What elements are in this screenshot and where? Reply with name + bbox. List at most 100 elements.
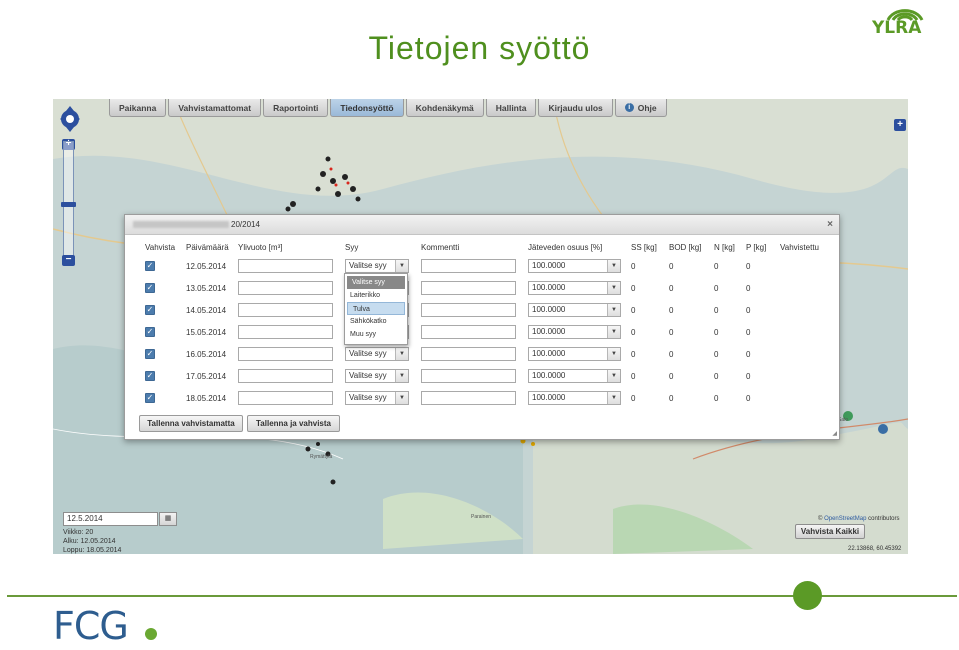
col-header-reason: Syy [345, 243, 359, 252]
table-row: ✓ 18.05.2014 Valitse syy ▼ 100.0000 ▼ 0 0 0 0 [125, 389, 841, 411]
col-header-ss: SS [kg] [631, 243, 657, 252]
overflow-input[interactable] [238, 347, 333, 361]
reason-select[interactable]: Valitse syy ▼ [345, 369, 409, 383]
comment-input[interactable] [421, 369, 516, 383]
pan-control-icon[interactable] [59, 104, 81, 134]
tab-kohdenakyma[interactable]: Kohdenäkymä [405, 99, 484, 117]
row-date: 13.05.2014 [186, 284, 227, 293]
week-start: Alku: 12.05.2014 [63, 538, 116, 545]
reason-select[interactable]: Valitse syy ▼ [345, 259, 409, 273]
confirm-checkbox[interactable]: ✓ [145, 327, 155, 337]
table-row: ✓ 16.05.2014 Valitse syy ▼ 100.0000 ▼ 0 0 0 0 [125, 345, 841, 367]
confirm-checkbox[interactable]: ✓ [145, 349, 155, 359]
share-select[interactable]: 100.0000 ▼ [528, 259, 621, 273]
share-select-value: 100.0000 [532, 305, 566, 314]
reason-select[interactable]: Valitse syy ▼ [345, 391, 409, 405]
comment-input[interactable] [421, 259, 516, 273]
close-icon[interactable]: × [827, 215, 833, 235]
comment-input[interactable] [421, 303, 516, 317]
chevron-down-icon: ▼ [607, 392, 620, 404]
comment-input[interactable] [421, 325, 516, 339]
layer-switcher-button[interactable]: + [894, 119, 906, 131]
share-select[interactable]: 100.0000 ▼ [528, 391, 621, 405]
tab-kirjaudu-ulos[interactable]: Kirjaudu ulos [538, 99, 613, 117]
confirm-all-button[interactable]: Vahvista Kaikki [795, 524, 865, 539]
chevron-down-icon: ▼ [607, 260, 620, 272]
comment-input[interactable] [421, 391, 516, 405]
reason-select-value: Valitse syy [349, 349, 387, 358]
dropdown-option[interactable]: Sähkökatko [345, 315, 407, 328]
overflow-input[interactable] [238, 369, 333, 383]
row-bod: 0 [669, 350, 674, 359]
col-header-share: Jäteveden osuus [%] [528, 243, 603, 252]
overflow-input[interactable] [238, 325, 333, 339]
osm-link[interactable]: OpenStreetMap [824, 516, 866, 522]
confirm-checkbox[interactable]: ✓ [145, 283, 155, 293]
col-header-n: N [kg] [714, 243, 735, 252]
tab-ohje-label: Ohje [637, 102, 657, 113]
tab-ohje[interactable]: i Ohje [614, 99, 667, 117]
map-attribution: © OpenStreetMap contributors [818, 516, 899, 522]
confirm-checkbox[interactable]: ✓ [145, 393, 155, 403]
overflow-input[interactable] [238, 391, 333, 405]
share-select[interactable]: 100.0000 ▼ [528, 325, 621, 339]
date-input[interactable]: 12.5.2014 [63, 512, 158, 526]
comment-input[interactable] [421, 347, 516, 361]
calendar-icon[interactable]: ▦ [159, 512, 177, 526]
row-n: 0 [714, 306, 719, 315]
reason-select[interactable]: Valitse syy ▼ [345, 347, 409, 361]
dropdown-option[interactable]: Valitse syy [347, 276, 405, 289]
tab-tiedonsyotto[interactable]: Tiedonsyöttö [330, 99, 404, 117]
share-select[interactable]: 100.0000 ▼ [528, 347, 621, 361]
zoom-slider-handle[interactable] [61, 202, 76, 207]
table-row: ✓ 14.05.2014 ▼100.0000 ▼ 0 0 0 0 [125, 301, 841, 323]
confirm-checkbox[interactable]: ✓ [145, 371, 155, 381]
share-select[interactable]: 100.0000 ▼ [528, 303, 621, 317]
share-select[interactable]: 100.0000 ▼ [528, 369, 621, 383]
table-row: ✓ 15.05.2014 ▼100.0000 ▼ 0 0 0 0 [125, 323, 841, 345]
share-select-value: 100.0000 [532, 327, 566, 336]
week-number: Viikko: 20 [63, 529, 94, 536]
col-header-comment: Kommentti [421, 243, 460, 252]
dropdown-option[interactable]: Laiterikko [345, 289, 407, 302]
confirm-checkbox[interactable]: ✓ [145, 305, 155, 315]
dialog-title: 20/2014 [231, 220, 260, 229]
dropdown-option[interactable]: Tulva [347, 302, 405, 315]
overflow-input[interactable] [238, 281, 333, 295]
confirm-checkbox[interactable]: ✓ [145, 261, 155, 271]
row-ss: 0 [631, 394, 636, 403]
chevron-down-icon: ▼ [395, 370, 408, 382]
dialog-header[interactable]: 20/2014 × [125, 215, 839, 235]
fcg-logo: FCG [53, 604, 129, 648]
overflow-input[interactable] [238, 303, 333, 317]
tab-raportointi[interactable]: Raportointi [263, 99, 329, 117]
row-ss: 0 [631, 284, 636, 293]
tab-vahvistamattomat[interactable]: Vahvistamattomat [168, 99, 262, 117]
save-unconfirmed-button[interactable]: Tallenna vahvistamatta [139, 415, 243, 432]
chevron-down-icon: ▼ [395, 392, 408, 404]
footer-dot [793, 581, 822, 610]
share-select[interactable]: 100.0000 ▼ [528, 281, 621, 295]
save-and-confirm-button[interactable]: Tallenna ja vahvista [247, 415, 340, 432]
chevron-down-icon: ▼ [607, 348, 620, 360]
chevron-down-icon: ▼ [607, 304, 620, 316]
row-bod: 0 [669, 284, 674, 293]
map-label: Parainen [471, 514, 492, 520]
tab-hallinta[interactable]: Hallinta [485, 99, 537, 117]
tab-paikanna[interactable]: Paikanna [109, 99, 167, 117]
col-header-overflow: Ylivuoto [m³] [238, 243, 283, 252]
chevron-down-icon: ▼ [607, 370, 620, 382]
row-n: 0 [714, 372, 719, 381]
overflow-input[interactable] [238, 259, 333, 273]
row-n: 0 [714, 284, 719, 293]
comment-input[interactable] [421, 281, 516, 295]
col-header-date: Päivämäärä [186, 243, 229, 252]
chevron-down-icon: ▼ [607, 326, 620, 338]
attribution-suffix: contributors [866, 516, 900, 522]
dropdown-option[interactable]: Muu syy [345, 328, 407, 341]
row-p: 0 [746, 306, 751, 315]
resize-grip-icon[interactable]: ◢ [832, 430, 837, 437]
zoom-out-button[interactable]: − [62, 255, 75, 266]
ylra-logo: YLRA [870, 2, 940, 38]
chevron-down-icon: ▼ [395, 260, 408, 272]
